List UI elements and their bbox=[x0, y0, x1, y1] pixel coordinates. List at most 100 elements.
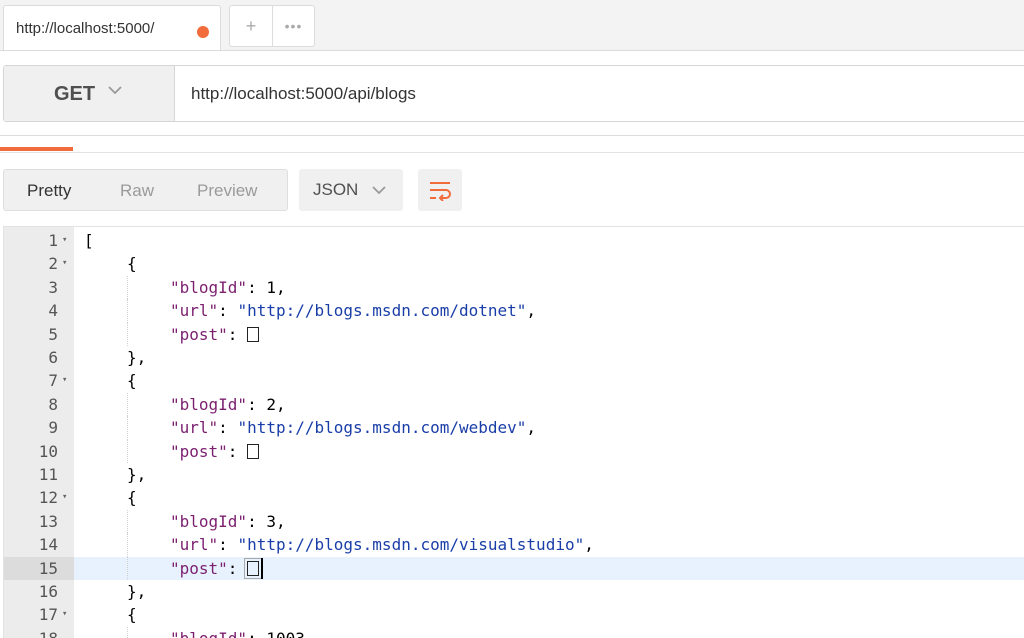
code-text: "blogId": 3, bbox=[170, 510, 286, 533]
code-text: { bbox=[127, 603, 137, 626]
code-line: 6}, bbox=[4, 346, 1024, 369]
line-number-text: 18 bbox=[39, 627, 58, 638]
line-number-text: 5 bbox=[48, 324, 58, 344]
response-body-editor[interactable]: 1 ▾[2 ▾{3 "blogId": 1, 4 "url": "http://blogs… bbox=[3, 226, 1024, 638]
code-token: , bbox=[275, 394, 286, 414]
code-token: : bbox=[227, 324, 248, 344]
code-token: { bbox=[127, 254, 137, 274]
view-preview-button[interactable]: Preview bbox=[197, 181, 257, 201]
format-select[interactable]: JSON bbox=[299, 169, 403, 211]
new-tab-button[interactable]: + bbox=[229, 5, 273, 47]
code-token: , bbox=[584, 535, 594, 555]
code-token: : bbox=[247, 629, 266, 638]
code-token: : bbox=[247, 277, 267, 297]
tab-label: http://localhost:5000/ bbox=[16, 20, 155, 37]
code-token: "url" bbox=[170, 535, 219, 555]
line-number-text: 14 bbox=[38, 535, 58, 555]
code-line: 11}, bbox=[4, 463, 1024, 486]
code-line: 7 ▾ { bbox=[4, 369, 1024, 392]
code-text: "url": "http://blogs.msdn.com/dotnet", bbox=[170, 299, 536, 322]
code-token: "post" bbox=[170, 558, 228, 578]
line-number-text: 13 bbox=[38, 511, 58, 531]
code-token: , bbox=[526, 418, 537, 438]
code-token: : bbox=[227, 558, 248, 578]
view-raw-button[interactable]: Raw bbox=[120, 181, 154, 201]
line-number: 3 bbox=[4, 276, 74, 299]
response-view-toggle: Pretty Raw Preview bbox=[3, 169, 288, 211]
line-number-text: 8 bbox=[48, 394, 58, 414]
line-number-text: 12 bbox=[38, 488, 58, 508]
wrap-lines-icon bbox=[430, 182, 451, 201]
indent-guide bbox=[127, 322, 128, 346]
request-tab[interactable]: http://localhost:5000/ bbox=[3, 5, 221, 50]
url-input[interactable]: http://localhost:5000/api/blogs bbox=[191, 84, 416, 104]
indent-guide bbox=[127, 416, 128, 440]
line-number-text: 6 bbox=[48, 348, 58, 367]
line-number: 4 bbox=[4, 299, 74, 322]
empty-array-token bbox=[247, 443, 260, 459]
code-line: 17 ▾ { bbox=[4, 603, 1024, 626]
fold-toggle-icon[interactable]: ▾ bbox=[62, 252, 67, 275]
code-token: : bbox=[218, 535, 238, 555]
line-number-text: 4 bbox=[48, 301, 58, 321]
indent-guide bbox=[127, 556, 128, 580]
code-token: , bbox=[526, 301, 537, 321]
code-token: "url" bbox=[170, 301, 219, 321]
request-bar: GET http://localhost:5000/api/blogs bbox=[3, 65, 1024, 122]
wrap-lines-button[interactable] bbox=[418, 169, 462, 211]
line-number: 9 bbox=[4, 416, 74, 439]
code-text: "blogId": 1003 bbox=[170, 627, 305, 638]
chevron-down-icon bbox=[108, 86, 122, 95]
indent-guide bbox=[127, 299, 128, 323]
line-number-text: 3 bbox=[48, 277, 58, 297]
code-token: "post" bbox=[170, 324, 228, 344]
code-token: , bbox=[275, 277, 286, 297]
code-token: 3 bbox=[266, 511, 276, 531]
code-token: }, bbox=[127, 582, 147, 601]
fold-toggle-icon[interactable]: ▾ bbox=[62, 369, 67, 392]
view-pretty-button[interactable]: Pretty bbox=[27, 181, 71, 201]
code-line: 10 "post": bbox=[4, 439, 1024, 463]
indent-guide bbox=[127, 533, 128, 557]
code-line: 3 "blogId": 1, bbox=[4, 275, 1024, 300]
code-token: : bbox=[218, 301, 238, 321]
fold-toggle-icon[interactable]: ▾ bbox=[62, 229, 67, 252]
code-token: : bbox=[247, 511, 267, 531]
empty-array-token bbox=[247, 326, 260, 342]
line-number: 17 ▾ bbox=[4, 603, 74, 626]
code-text: { bbox=[127, 252, 137, 275]
code-line: 9 "url": "http://blogs.msdn.com/webdev", bbox=[4, 416, 1024, 440]
line-number: 18 bbox=[4, 627, 74, 638]
unsaved-dot-icon bbox=[197, 26, 209, 38]
tab-bar: http://localhost:5000/ + ••• bbox=[0, 0, 1024, 51]
code-text: "post": bbox=[170, 440, 260, 463]
code-token: 1003 bbox=[266, 629, 305, 638]
indent-guide bbox=[127, 626, 128, 638]
code-line: 8 "blogId": 2, bbox=[4, 392, 1024, 417]
method-select[interactable]: GET bbox=[4, 66, 175, 121]
code-line: 4 "url": "http://blogs.msdn.com/dotnet", bbox=[4, 299, 1024, 323]
code-text: "post": bbox=[170, 323, 260, 346]
code-line: 1 ▾ [ bbox=[4, 229, 1024, 252]
code-token: "post" bbox=[170, 441, 228, 461]
line-number-text: 10 bbox=[38, 441, 58, 461]
more-tabs-button[interactable]: ••• bbox=[272, 5, 315, 47]
code-line: 18 "blogId": 1003 bbox=[4, 626, 1024, 638]
fold-toggle-icon[interactable]: ▾ bbox=[62, 603, 67, 626]
code-token: "http://blogs.msdn.com/visualstudio" bbox=[237, 535, 585, 555]
code-token: "blogId" bbox=[170, 629, 247, 638]
divider bbox=[0, 152, 1024, 153]
line-number: 13 bbox=[4, 510, 74, 533]
format-label: JSON bbox=[313, 180, 359, 199]
fold-toggle-icon[interactable]: ▾ bbox=[62, 486, 67, 509]
code-token: [ bbox=[84, 231, 94, 250]
code-text: "url": "http://blogs.msdn.com/webdev", bbox=[170, 416, 536, 439]
line-number: 7 ▾ bbox=[4, 369, 74, 392]
code-token: : bbox=[218, 418, 238, 438]
indent-guide bbox=[127, 439, 128, 463]
line-number-text: 2 bbox=[48, 254, 58, 274]
empty-array-token bbox=[244, 557, 263, 579]
code-line: 13 "blogId": 3, bbox=[4, 509, 1024, 534]
active-section-indicator bbox=[0, 147, 73, 151]
line-number-text: 11 bbox=[38, 465, 58, 484]
